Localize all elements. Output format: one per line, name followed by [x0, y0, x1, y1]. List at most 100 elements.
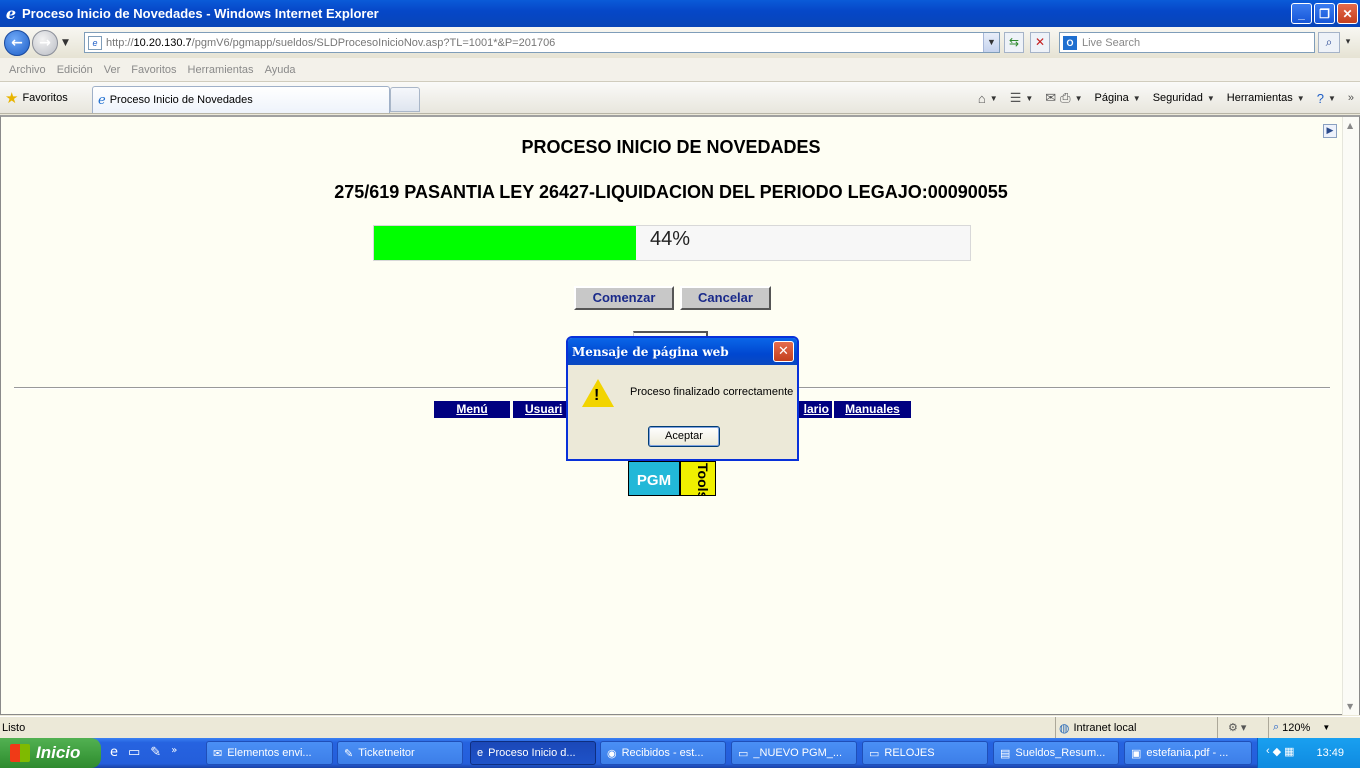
menu-archivo[interactable]: Archivo [4, 64, 52, 76]
taskbar-item[interactable]: ✉ Elementos envi... [206, 741, 333, 765]
help-dropdown-icon[interactable]: ▼ [1328, 94, 1336, 103]
ie-quicklaunch-icon[interactable]: e [110, 745, 118, 760]
search-dropdown-icon[interactable]: ▾ [1342, 32, 1354, 53]
document-icon: ▤ [1000, 747, 1011, 760]
tools-dropdown-icon[interactable]: ▼ [1297, 94, 1305, 103]
taskbar-item[interactable]: ◉ Recibidos - est... [600, 741, 726, 765]
taskbar-item-label: Recibidos - est... [621, 747, 704, 759]
tools-logo[interactable]: Tools [680, 461, 716, 496]
stop-icon[interactable]: ✕ [1030, 32, 1050, 53]
taskbar-item[interactable]: ▣ estefania.pdf - ... [1124, 741, 1252, 765]
mail-icon[interactable]: ✉ [1045, 90, 1056, 106]
start-button-windows[interactable]: Inicio [0, 738, 101, 768]
address-dropdown-icon[interactable]: ▼ [983, 33, 999, 52]
taskbar-item-active[interactable]: e Proceso Inicio d... [470, 741, 596, 765]
star-icon: ★ [5, 90, 19, 107]
taskbar-item-label: Sueldos_Resum... [1015, 747, 1106, 759]
chevron-more-icon[interactable]: » [1348, 92, 1354, 104]
tools-logo-text: Tools [695, 463, 711, 496]
maximize-button[interactable]: ❐ [1314, 3, 1335, 24]
page-title: PROCESO INICIO DE NOVEDADES [521, 137, 821, 157]
info-bar-arrow-icon[interactable]: ▶ [1323, 124, 1337, 138]
vertical-scrollbar[interactable]: ▲ ▼ [1342, 117, 1359, 715]
menu-edicion[interactable]: Edición [52, 64, 99, 76]
refresh-icon[interactable]: ⇆ [1004, 32, 1024, 53]
menu-ver[interactable]: Ver [99, 64, 127, 76]
tools-menu[interactable]: Herramientas [1227, 92, 1293, 104]
url-host: 10.20.130.7 [133, 36, 192, 49]
window-title: Proceso Inicio de Novedades - Windows In… [22, 6, 379, 21]
app-quicklaunch-icon[interactable]: ✎ [150, 745, 161, 760]
zoom-icon: ⌕ [1273, 721, 1280, 733]
tray-expand-icon[interactable]: ‹ [1266, 745, 1270, 758]
pgm-logo[interactable]: PGM [628, 461, 680, 496]
warning-exclamation: ! [594, 387, 600, 404]
taskbar-item-label: Elementos envi... [227, 747, 312, 759]
start-button[interactable]: Comenzar [574, 286, 674, 310]
taskbar-item[interactable]: ▭ RELOJES [862, 741, 988, 765]
print-icon[interactable]: ⎙ [1060, 90, 1070, 106]
menu-bar: Archivo Edición Ver Favoritos Herramient… [0, 58, 1360, 82]
tray-network-icon[interactable]: ▦ [1284, 745, 1294, 758]
message-dialog: Mensaje de página web ✕ ! Proceso finali… [566, 336, 799, 461]
nav-link-usuarios[interactable]: Usuari [513, 401, 573, 418]
tab-label: Proceso Inicio de Novedades [109, 94, 253, 106]
security-zone[interactable]: ◍ Intranet local [1055, 717, 1215, 738]
menu-herramientas[interactable]: Herramientas [183, 64, 260, 76]
feeds-dropdown-icon[interactable]: ▼ [1025, 94, 1033, 103]
close-window-button[interactable]: ✕ [1337, 3, 1358, 24]
minimize-button[interactable]: _ [1291, 3, 1312, 24]
history-dropdown-icon[interactable]: ▼ [62, 38, 69, 48]
taskbar-item[interactable]: ▭ _NUEVO PGM_... [731, 741, 857, 765]
back-arrow-icon[interactable]: ← [4, 29, 30, 56]
page-menu[interactable]: Página [1095, 92, 1129, 104]
favorites-button[interactable]: ★ Favoritos [5, 89, 68, 107]
accept-button[interactable]: Aceptar [648, 426, 720, 447]
zoom-dropdown-icon[interactable]: ▼ [1322, 723, 1330, 732]
live-search-logo-icon: O [1063, 35, 1077, 50]
home-icon[interactable]: ⌂ [978, 91, 986, 106]
nav-link-manuales[interactable]: Manuales [834, 401, 911, 418]
quicklaunch-more-icon[interactable]: » [171, 745, 177, 760]
app-icon: ✎ [344, 747, 354, 760]
zoom-control[interactable]: ⌕ 120% ▼ [1268, 717, 1360, 738]
taskbar-item[interactable]: ✎ Ticketneitor [337, 741, 463, 765]
dialog-close-button[interactable]: ✕ [773, 341, 794, 362]
address-toolbar: ← → ▼ e http://10.20.130.7/pgmV6/pgmapp/… [0, 27, 1360, 58]
cancel-button[interactable]: Cancelar [680, 286, 771, 310]
forward-arrow-icon[interactable]: → [32, 29, 58, 56]
security-menu[interactable]: Seguridad [1153, 92, 1203, 104]
page-icon: e [88, 35, 102, 50]
menu-favoritos[interactable]: Favoritos [126, 64, 182, 76]
taskbar-item-label: Proceso Inicio d... [488, 747, 576, 759]
search-input[interactable]: O Live Search [1059, 32, 1315, 53]
ie-icon: e [477, 747, 484, 759]
feeds-icon[interactable]: ☰ [1010, 90, 1022, 106]
ie-page-icon: e [98, 92, 106, 108]
security-dropdown-icon[interactable]: ▼ [1207, 94, 1215, 103]
desktop-quicklaunch-icon[interactable]: ▭ [128, 745, 140, 760]
progress-fill [374, 226, 636, 260]
status-text: Listo [2, 722, 26, 734]
address-bar[interactable]: e http://10.20.130.7/pgmV6/pgmapp/sueldo… [84, 32, 1000, 53]
home-dropdown-icon[interactable]: ▼ [990, 94, 998, 103]
nav-link-calendario[interactable]: lario [797, 401, 832, 418]
command-bar: ⌂ ▼ ☰ ▼ ✉ ⎙ ▼ Página ▼ Seguridad ▼ Herramient… [978, 90, 1360, 106]
menu-ayuda[interactable]: Ayuda [260, 64, 302, 76]
protected-mode-icon[interactable]: ⚙ ▾ [1217, 717, 1267, 738]
scroll-down-icon[interactable]: ▼ [1347, 702, 1353, 711]
tab-proceso-inicio[interactable]: e Proceso Inicio de Novedades [92, 86, 390, 113]
tray-app-icon[interactable]: ◆ [1273, 745, 1281, 758]
scroll-up-icon[interactable]: ▲ [1347, 121, 1353, 130]
window-titlebar: e Proceso Inicio de Novedades - Windows … [0, 0, 1360, 27]
print-dropdown-icon[interactable]: ▼ [1075, 94, 1083, 103]
page-dropdown-icon[interactable]: ▼ [1133, 94, 1141, 103]
dialog-titlebar: Mensaje de página web [568, 338, 797, 365]
search-icon[interactable]: ⌕ [1318, 32, 1340, 53]
taskbar-item-label: estefania.pdf - ... [1146, 747, 1229, 759]
new-tab-button[interactable] [390, 87, 420, 112]
taskbar: Inicio e ▭ ✎ » ✉ Elementos envi... ✎ Ticke… [0, 738, 1360, 768]
taskbar-item[interactable]: ▤ Sueldos_Resum... [993, 741, 1119, 765]
help-icon[interactable]: ? [1317, 91, 1324, 106]
nav-link-menu[interactable]: Menú [434, 401, 510, 418]
